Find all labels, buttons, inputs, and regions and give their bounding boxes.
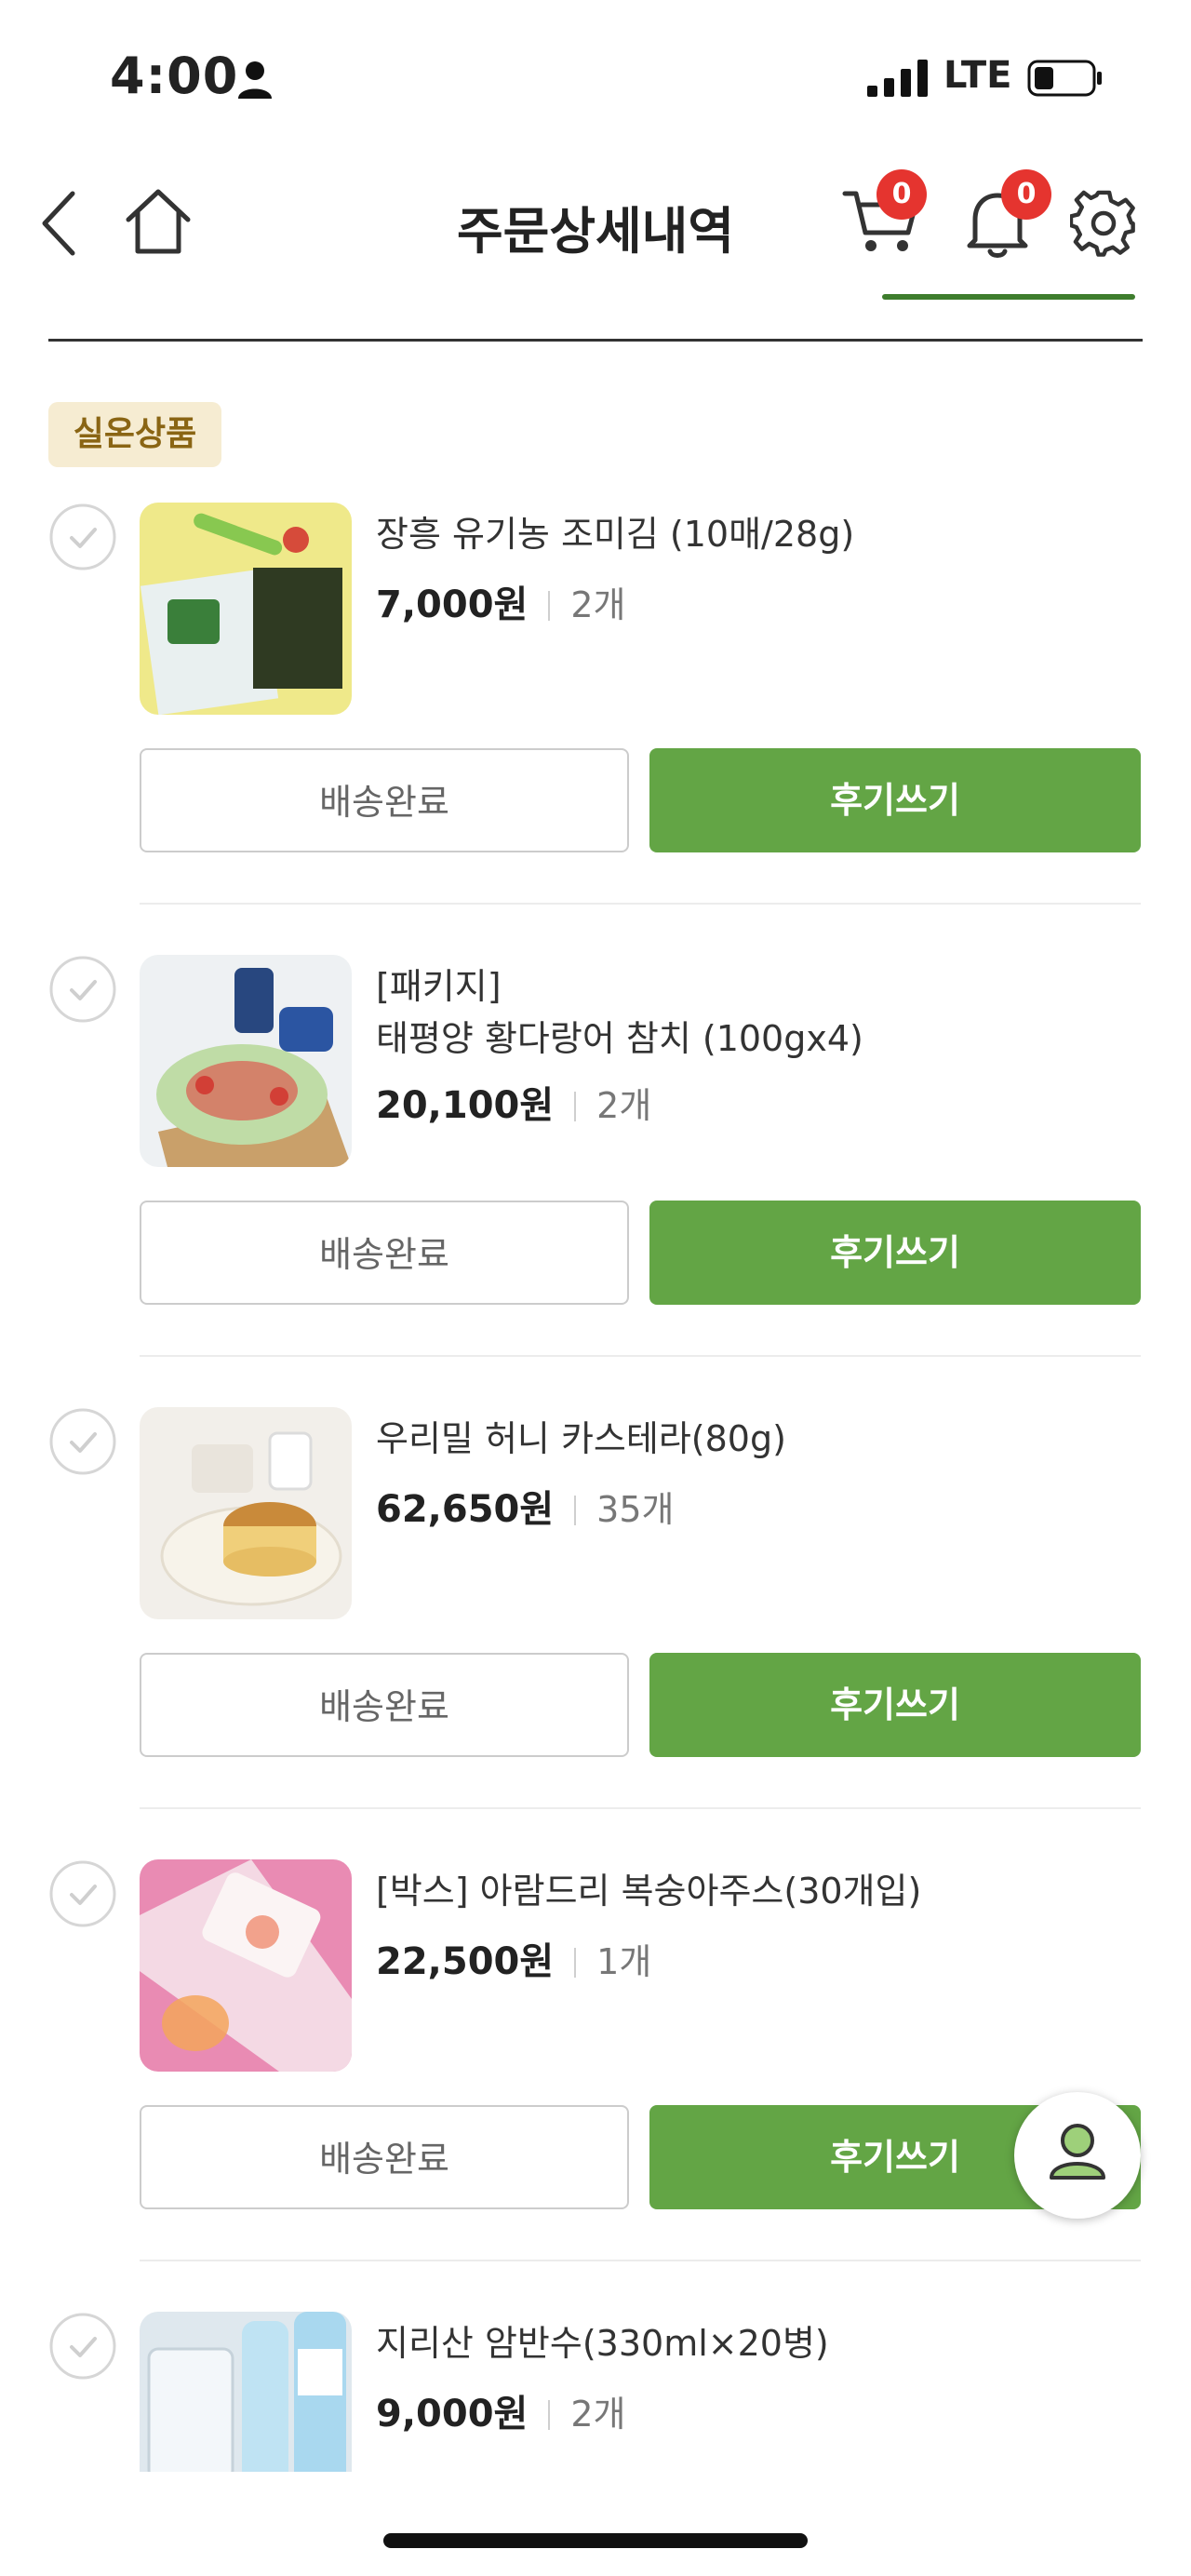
home-indicator (383, 2533, 808, 2548)
section-label: 실온상품 (48, 402, 221, 467)
price-row: 22,500원 1개 (376, 1936, 651, 1988)
product-name[interactable]: 장흥 유기농 조미김 (10매/28g) (376, 508, 1158, 560)
product-price: 22,500 (376, 1940, 520, 1983)
product-image-peach-juice[interactable] (140, 1859, 352, 2072)
order-item: 지리산 암반수(330ml×20병) 9,000원 2개 (0, 2312, 1191, 2472)
item-divider (140, 1807, 1141, 1809)
gear-icon[interactable] (1070, 190, 1137, 257)
price-unit: 원 (493, 2393, 529, 2435)
product-name-line: [박스] 아람드리 복숭아주스(30개입) (376, 1871, 922, 1912)
tab-underline (882, 294, 1135, 300)
product-quantity: 1개 (596, 1941, 652, 1982)
price-unit: 원 (519, 1940, 555, 1983)
status-bar: 4:00 LTE (0, 0, 1191, 140)
check-circle-icon[interactable] (48, 955, 117, 1024)
product-image-seaweed[interactable] (140, 503, 352, 715)
product-price: 62,650 (376, 1488, 520, 1531)
delivery-status-button[interactable]: 배송완료 (140, 748, 629, 852)
product-name[interactable]: 우리밀 허니 카스테라(80g) (376, 1413, 1158, 1465)
price-separator (574, 1948, 577, 1978)
product-name[interactable]: 지리산 암반수(330ml×20병) (376, 2317, 1158, 2369)
floating-profile-button[interactable] (1014, 2092, 1141, 2219)
product-image-water[interactable] (140, 2312, 352, 2472)
item-divider (140, 1355, 1141, 1357)
check-circle-icon[interactable] (48, 1407, 117, 1476)
price-row: 20,100원 2개 (376, 1080, 651, 1132)
price-row: 62,650원 35개 (376, 1483, 675, 1536)
product-image-tuna[interactable] (140, 955, 352, 1167)
write-review-button[interactable]: 후기쓰기 (649, 1653, 1141, 1757)
notification-count-badge: 0 (1001, 169, 1051, 220)
product-quantity: 35개 (596, 1489, 675, 1530)
check-circle-icon[interactable] (48, 2312, 117, 2381)
product-price: 7,000 (376, 584, 494, 626)
product-name-line: [패키지] (376, 966, 502, 1007)
product-image-castella[interactable] (140, 1407, 352, 1619)
battery-icon (1027, 60, 1102, 97)
price-unit: 원 (519, 1084, 555, 1127)
product-quantity: 2개 (570, 584, 626, 625)
network-type: LTE (943, 54, 1012, 97)
order-item: 우리밀 허니 카스테라(80g) 62,650원 35개 배송완료 후기쓰기 (0, 1407, 1191, 1859)
order-item: 장흥 유기농 조미김 (10매/28g) 7,000원 2개 배송완료 후기쓰기 (0, 503, 1191, 955)
write-review-button[interactable]: 후기쓰기 (649, 748, 1141, 852)
status-time: 4:00 (110, 47, 239, 105)
price-unit: 원 (493, 584, 529, 626)
product-name-line: 태평양 황다랑어 참치 (100gx4) (376, 1018, 863, 1059)
person-icon (238, 61, 272, 99)
order-item: [박스] 아람드리 복숭아주스(30개입) 22,500원 1개 배송완료 후기쓰… (0, 1859, 1191, 2312)
order-item: [패키지] 태평양 황다랑어 참치 (100gx4) 20,100원 2개 배송완… (0, 955, 1191, 1407)
price-separator (548, 591, 551, 621)
price-row: 7,000원 2개 (376, 579, 625, 631)
delivery-status-button[interactable]: 배송완료 (140, 1653, 629, 1757)
item-divider (140, 903, 1141, 905)
delivery-status-button[interactable]: 배송완료 (140, 1201, 629, 1305)
product-price: 20,100 (376, 1084, 520, 1127)
price-separator (574, 1496, 577, 1525)
product-name-line: 지리산 암반수(330ml×20병) (376, 2323, 829, 2364)
price-separator (574, 1092, 577, 1121)
product-name-line: 우리밀 허니 카스테라(80g) (376, 1418, 786, 1459)
product-quantity: 2개 (596, 1085, 652, 1126)
price-unit: 원 (519, 1488, 555, 1531)
price-row: 9,000원 2개 (376, 2388, 625, 2440)
signal-icon (867, 60, 928, 97)
product-name[interactable]: [박스] 아람드리 복숭아주스(30개입) (376, 1865, 1158, 1917)
product-name-line: 장흥 유기농 조미김 (10매/28g) (376, 514, 855, 555)
product-name[interactable]: [패키지] 태평양 황다랑어 참치 (100gx4) (376, 960, 1158, 1065)
product-price: 9,000 (376, 2393, 494, 2435)
check-circle-icon[interactable] (48, 1859, 117, 1928)
user-icon (1050, 2124, 1105, 2180)
product-quantity: 2개 (570, 2394, 626, 2435)
item-divider (140, 2260, 1141, 2261)
price-separator (548, 2400, 551, 2430)
write-review-button[interactable]: 후기쓰기 (649, 1201, 1141, 1305)
cart-count-badge: 0 (877, 169, 927, 220)
delivery-status-button[interactable]: 배송완료 (140, 2105, 629, 2209)
section-divider (48, 339, 1143, 342)
check-circle-icon[interactable] (48, 503, 117, 571)
